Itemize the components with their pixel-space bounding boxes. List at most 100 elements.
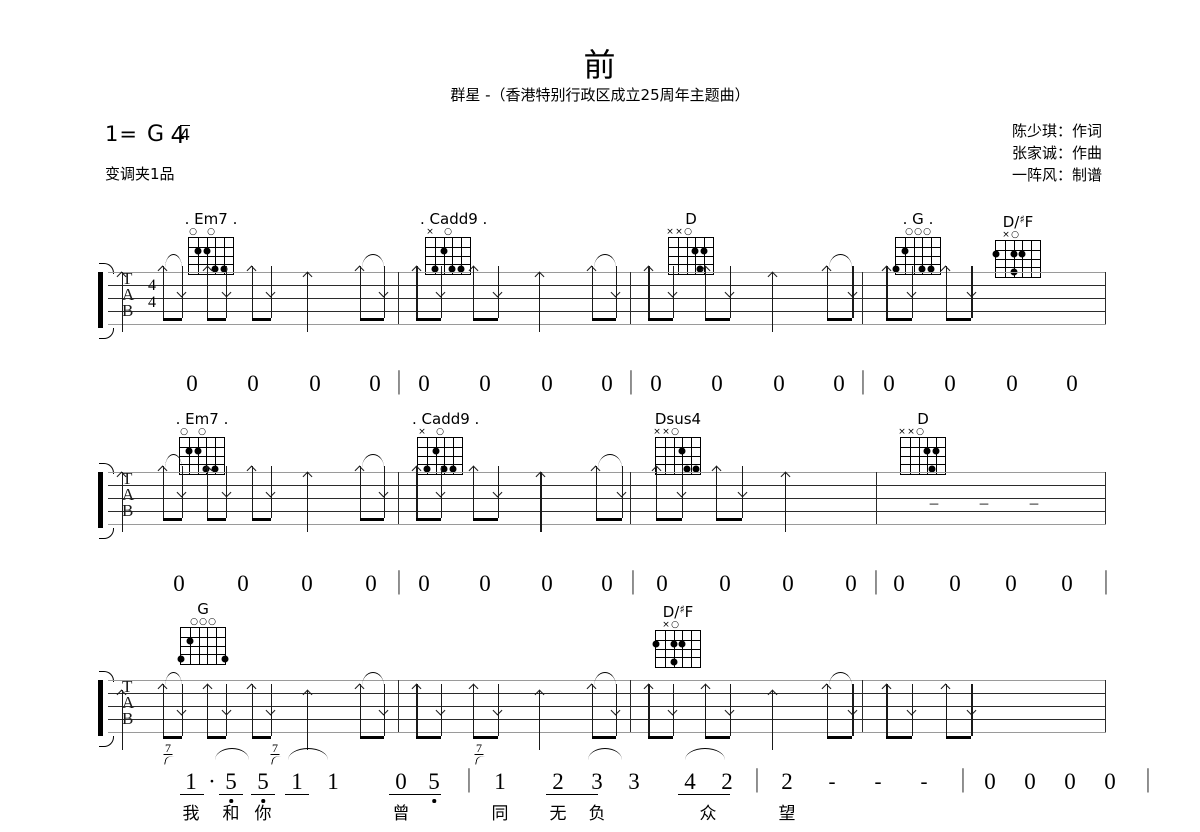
tab-staff-2: T A B – – – xyxy=(108,470,1107,525)
arrow-up-head xyxy=(652,466,661,475)
melody-note-number: 1 xyxy=(494,769,506,794)
arrow-up-head xyxy=(203,684,212,693)
tab-staff-3: T A B xyxy=(108,677,1107,733)
credit-composer: 张家诚：作曲 xyxy=(1011,144,1102,162)
beam xyxy=(705,318,730,321)
arrow-up-head xyxy=(701,684,710,693)
tab-note-number: 0 xyxy=(301,571,313,596)
arrow-down-head xyxy=(222,288,231,297)
melody-note-number: 5 xyxy=(225,769,237,794)
arrow-down-head xyxy=(848,706,857,715)
tie-arc xyxy=(361,454,384,468)
tab-note-number: 0 xyxy=(650,371,662,396)
tab-note-number: 0 xyxy=(365,571,377,596)
arrow-up-head xyxy=(469,266,478,275)
tab-note-number: 0 xyxy=(309,371,321,396)
chord-diagram-d: D xyxy=(663,212,719,275)
page-subtitle: 群星 -（香港特别行政区成立25周年主题曲） xyxy=(450,86,750,104)
melody-note-number: 1 xyxy=(327,769,339,794)
note-underline xyxy=(180,794,204,796)
tie-arc xyxy=(361,672,384,686)
beam xyxy=(416,318,441,321)
tab-note-number: 0 xyxy=(883,371,895,396)
beam xyxy=(886,736,912,739)
measure-separator: | xyxy=(1103,566,1109,595)
tab-note-number: 0 xyxy=(418,371,430,396)
melody-note-number: 2 xyxy=(781,769,793,794)
melody-note-number: 3 xyxy=(628,769,640,794)
tab-note-number: 0 xyxy=(782,571,794,596)
melody-note-number: 3 xyxy=(591,769,603,794)
measure-separator: | xyxy=(754,764,760,793)
arrow-up-head xyxy=(247,466,256,475)
arrow-down-head xyxy=(177,488,186,497)
melody-note-number: 0 xyxy=(1024,769,1036,794)
beam xyxy=(473,736,498,739)
bracket-tip-bottom xyxy=(99,328,114,339)
chord-label: . Em7 . xyxy=(175,410,229,428)
arrow-down-head xyxy=(493,288,502,297)
arrow-up-head xyxy=(247,266,256,275)
lyric-syllable: 同 xyxy=(491,804,509,824)
beam xyxy=(251,518,271,521)
arrow-up-head xyxy=(469,466,478,475)
tab-clef: T A B xyxy=(122,677,135,728)
beam xyxy=(648,318,673,321)
tie-arc xyxy=(597,454,622,468)
grace-slur xyxy=(271,754,287,768)
bracket-tip-bottom xyxy=(99,528,114,539)
beam xyxy=(359,318,384,321)
tab-note-number: 0 xyxy=(369,371,381,396)
chord-label: . G . xyxy=(902,210,934,228)
arrow-down-head xyxy=(725,706,734,715)
lyric-syllable: 我 xyxy=(182,804,200,824)
melody-note-number: - xyxy=(874,769,882,793)
lyric-syllable: 曾 xyxy=(392,804,410,824)
melody-note-number: 0 xyxy=(395,769,407,794)
arrow-down-head xyxy=(379,706,388,715)
chord-diagram-d-over-fsharp: D/♯F xyxy=(990,212,1046,278)
grace-beam xyxy=(270,754,280,756)
note-underline xyxy=(219,794,243,796)
slur-arc xyxy=(288,748,328,760)
beam xyxy=(591,736,616,739)
tie-arc xyxy=(593,254,616,268)
arrow-down-head xyxy=(177,288,186,297)
time-signature: 4 4 xyxy=(170,125,191,148)
arrow-up-head xyxy=(117,690,126,699)
beam xyxy=(945,318,972,321)
arrow-up-head xyxy=(303,272,312,281)
bracket-tip-bottom xyxy=(99,736,114,747)
system-bracket xyxy=(98,272,103,328)
tie-arc xyxy=(164,254,182,268)
tab-staff-1: T A B 4 4 xyxy=(108,270,1107,325)
arrow-down-head xyxy=(677,488,686,497)
tab-note-number: 0 xyxy=(247,371,259,396)
lyric-syllable: 你 xyxy=(254,804,272,824)
arrow-up-head xyxy=(203,266,212,275)
tab-note-number: 0 xyxy=(237,571,249,596)
key-prefix: 1= xyxy=(105,122,138,146)
measure-separator: | xyxy=(960,764,966,793)
note-underline xyxy=(678,794,730,796)
arrow-up-head xyxy=(781,472,790,481)
tab-note-number: 0 xyxy=(601,571,613,596)
beam xyxy=(886,318,912,321)
augmentation-dot xyxy=(432,799,436,803)
arrow-up-head xyxy=(768,690,777,699)
chord-diagram-g: . G . xyxy=(890,212,946,275)
arrow-down-head xyxy=(379,488,388,497)
beam xyxy=(162,318,182,321)
beam xyxy=(591,318,616,321)
grace-beam xyxy=(163,754,173,756)
tab-note-number: 0 xyxy=(656,571,668,596)
arrow-up-head xyxy=(203,466,212,475)
arrow-up-head xyxy=(535,690,544,699)
arrow-up-head xyxy=(768,272,777,281)
grace-note: 7 xyxy=(476,741,482,755)
lyric-syllable: 负 xyxy=(588,804,606,824)
arrow-up-head xyxy=(412,466,421,475)
melody-note-number: - xyxy=(920,769,928,793)
grace-slur xyxy=(164,754,180,768)
measure-separator: | xyxy=(630,566,636,595)
